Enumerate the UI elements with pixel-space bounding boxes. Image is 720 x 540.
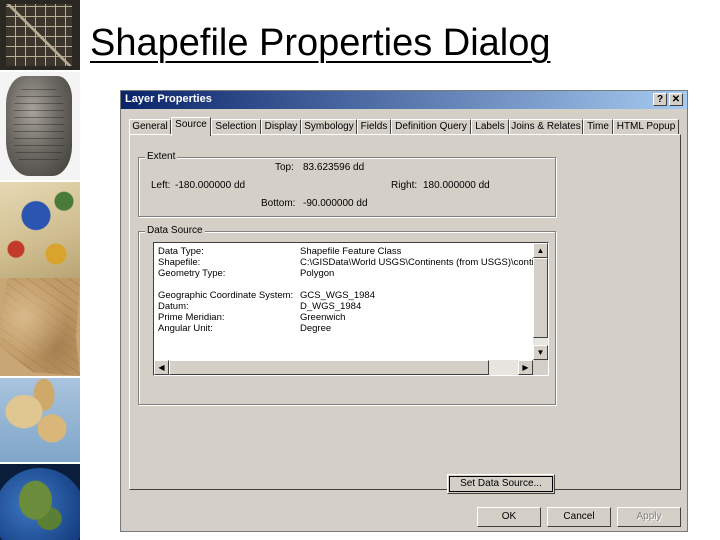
- horizontal-scroll-thumb[interactable]: [169, 360, 489, 375]
- extent-right-label: Right:: [391, 180, 418, 191]
- horizontal-scrollbar[interactable]: ◀ ▶: [154, 360, 533, 375]
- tab-definition-query[interactable]: Definition Query: [391, 119, 471, 135]
- tab-fields[interactable]: Fields: [357, 119, 391, 135]
- tab-source[interactable]: Source: [171, 117, 211, 136]
- dialog-titlebar: Layer Properties ? ✕: [121, 91, 687, 109]
- extent-bottom-label: Bottom:: [261, 198, 296, 209]
- scrollbar-corner: [533, 360, 548, 375]
- slide-title: Shapefile Properties Dialog: [90, 22, 551, 64]
- data-source-group-label: Data Source: [145, 225, 205, 236]
- scroll-right-arrow-icon[interactable]: ▶: [518, 360, 533, 375]
- ancient-grid-map-image: [0, 0, 80, 70]
- layer-properties-dialog: Layer Properties ? ✕ General Source Sele…: [120, 90, 688, 532]
- data-source-listbox[interactable]: Data Type: Shapefile Feature Class Shapef…: [153, 242, 549, 376]
- tab-display[interactable]: Display: [261, 119, 301, 135]
- extent-group-label: Extent: [145, 151, 178, 162]
- extent-group: Extent Top: 83.623596 dd Left: -180.0000…: [138, 151, 556, 217]
- tab-joins-relates[interactable]: Joins & Relates: [509, 119, 583, 135]
- scroll-left-arrow-icon[interactable]: ◀: [154, 360, 169, 375]
- globe-image: [0, 464, 80, 540]
- scroll-up-arrow-icon[interactable]: ▲: [533, 243, 548, 258]
- extent-right-value: 180.000000 dd: [423, 180, 490, 191]
- ok-button[interactable]: OK: [477, 507, 541, 527]
- mediterranean-relief-map-image: [0, 378, 80, 462]
- vertical-scroll-thumb[interactable]: [533, 258, 548, 338]
- extent-left-label: Left:: [151, 180, 171, 191]
- dialog-title: Layer Properties: [125, 93, 212, 105]
- help-button[interactable]: ?: [653, 93, 667, 106]
- tab-general[interactable]: General: [129, 119, 171, 135]
- tab-symbology[interactable]: Symbology: [301, 119, 357, 135]
- clay-tablet-map-image: [0, 72, 80, 180]
- scroll-down-arrow-icon[interactable]: ▼: [533, 345, 548, 360]
- apply-button[interactable]: Apply: [617, 507, 681, 527]
- close-button[interactable]: ✕: [669, 93, 683, 106]
- tab-html-popup[interactable]: HTML Popup: [613, 119, 679, 135]
- source-tab-panel: Extent Top: 83.623596 dd Left: -180.0000…: [129, 134, 681, 494]
- extent-left-value: -180.000000 dd: [175, 180, 246, 191]
- set-data-source-button[interactable]: Set Data Source...: [447, 474, 555, 494]
- data-source-group: Data Source Data Type: Shapefile Feature …: [138, 225, 556, 494]
- left-image-strip: [0, 0, 80, 540]
- tab-time[interactable]: Time: [583, 119, 613, 135]
- cancel-button[interactable]: Cancel: [547, 507, 611, 527]
- extent-bottom-value: -90.000000 dd: [303, 198, 368, 209]
- vertical-scrollbar[interactable]: ▲ ▼: [533, 243, 548, 360]
- tab-selection[interactable]: Selection: [211, 119, 261, 135]
- extent-top-value: 83.623596 dd: [303, 162, 365, 173]
- medieval-map-image: [0, 182, 80, 278]
- extent-top-label: Top:: [275, 162, 294, 173]
- tab-labels[interactable]: Labels: [471, 119, 509, 135]
- parchment-map-image: [0, 278, 80, 376]
